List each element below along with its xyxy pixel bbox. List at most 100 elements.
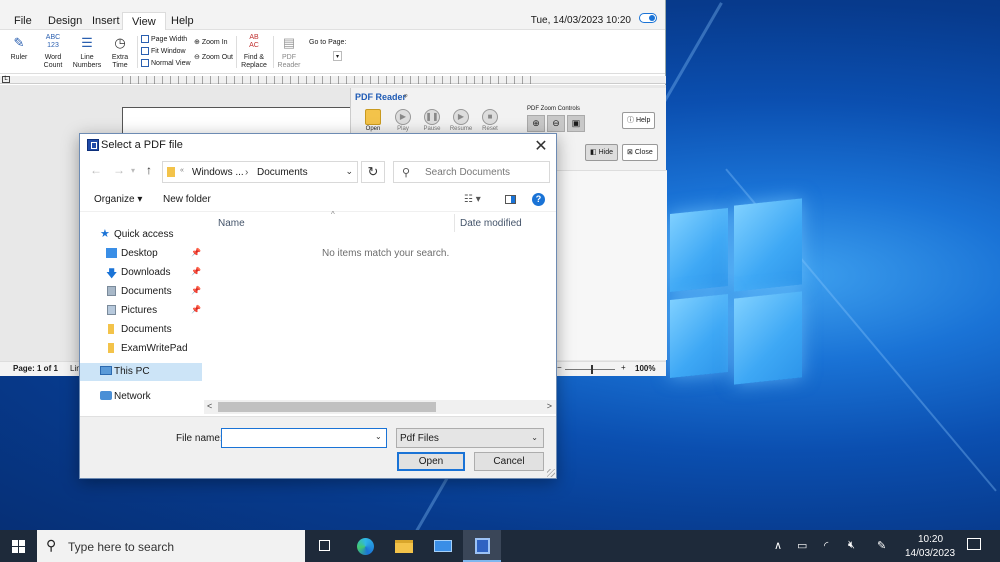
address-chevron[interactable]: › bbox=[245, 167, 248, 178]
mail-icon[interactable] bbox=[424, 530, 462, 562]
show-hidden-icons-icon[interactable]: ∧ bbox=[774, 539, 782, 552]
zoom-slider-thumb[interactable] bbox=[591, 365, 593, 374]
preview-pane-icon[interactable] bbox=[505, 195, 516, 204]
zoom-slider[interactable] bbox=[565, 365, 615, 374]
pdf-hide-button[interactable]: ◧ Hide bbox=[585, 144, 618, 161]
up-arrow-icon[interactable]: ↑ bbox=[146, 163, 152, 177]
organize-button[interactable]: Organize ▾ bbox=[94, 194, 142, 205]
go-to-page-dropdown[interactable]: ▾ bbox=[333, 51, 342, 61]
pdf-zoom-out-icon[interactable]: ⊖ bbox=[547, 115, 565, 132]
zoom-out-button[interactable]: ⊖ Zoom Out bbox=[194, 53, 233, 62]
resize-grip[interactable] bbox=[547, 469, 555, 477]
zoom-in-button[interactable]: ⊕ Zoom In bbox=[194, 38, 228, 47]
address-overflow[interactable]: « bbox=[180, 167, 184, 174]
pin-icon[interactable]: ᵠ bbox=[404, 92, 408, 101]
back-arrow-icon[interactable]: ← bbox=[90, 163, 102, 177]
menu-file[interactable]: File bbox=[14, 15, 32, 27]
pen-icon[interactable]: ✎ bbox=[877, 539, 886, 552]
notification-icon[interactable] bbox=[967, 538, 981, 550]
task-view-icon[interactable] bbox=[306, 530, 344, 562]
file-list[interactable]: ^ Name Date modified No items match your… bbox=[204, 210, 556, 414]
pin-icon[interactable]: 📌 bbox=[191, 305, 201, 314]
chevron-right-icon[interactable]: > bbox=[547, 401, 552, 411]
wifi-icon[interactable]: ◜ bbox=[824, 539, 828, 552]
find-replace-button[interactable]: AB AC Find & Replace bbox=[240, 34, 268, 70]
recent-locations-icon[interactable]: ▾ bbox=[131, 166, 135, 175]
dialog-titlebar[interactable]: Select a PDF file ✕ bbox=[80, 134, 556, 156]
menu-design[interactable]: Design bbox=[48, 15, 82, 27]
menu-help[interactable]: Help bbox=[171, 15, 194, 27]
zoom-minus-button[interactable]: − bbox=[557, 363, 562, 372]
file-explorer-icon[interactable] bbox=[385, 530, 423, 562]
ruler-button[interactable]: ✎ Ruler bbox=[8, 34, 30, 62]
search-input[interactable]: ⚲ Search Documents bbox=[393, 161, 550, 183]
windows-start-icon[interactable] bbox=[12, 540, 25, 553]
nav-pictures[interactable]: Pictures 📌 bbox=[80, 302, 202, 320]
address-segment-documents[interactable]: Documents bbox=[257, 167, 308, 178]
find-replace-icon: AB AC bbox=[249, 34, 259, 49]
nav-examwritepad[interactable]: ExamWritePad bbox=[80, 340, 202, 358]
battery-icon[interactable]: ▭ bbox=[797, 539, 807, 552]
address-bar[interactable]: « Windows ... › Documents ⌄ bbox=[162, 161, 358, 183]
normal-view-button[interactable]: Normal View bbox=[141, 59, 191, 67]
pdf-help-button[interactable]: ⓘ Help bbox=[622, 112, 656, 129]
fit-window-button[interactable]: Fit Window bbox=[141, 47, 186, 55]
column-separator[interactable] bbox=[454, 214, 455, 232]
menu-insert[interactable]: Insert bbox=[92, 15, 120, 27]
view-options-icon[interactable]: ☷ ▾ bbox=[464, 194, 481, 205]
pdf-open-button[interactable]: Open bbox=[360, 109, 386, 132]
file-type-select[interactable]: Pdf Files ⌄ bbox=[396, 428, 544, 448]
edge-browser-icon[interactable] bbox=[346, 530, 384, 562]
file-name-input[interactable] bbox=[221, 428, 387, 448]
horizontal-scrollbar[interactable]: < > bbox=[204, 400, 556, 414]
column-name[interactable]: Name bbox=[218, 218, 245, 229]
ribbon-separator bbox=[273, 36, 274, 68]
address-segment-windows[interactable]: Windows ... bbox=[192, 167, 244, 178]
clock-time[interactable]: 10:20 bbox=[918, 534, 943, 545]
pdf-play-button[interactable]: ▶ Play bbox=[390, 109, 416, 132]
word-count-button[interactable]: ABC 123 Word Count bbox=[40, 34, 66, 70]
pdf-fit-icon[interactable]: ▣ bbox=[567, 115, 585, 132]
pdf-zoom-in-icon[interactable]: ⊕ bbox=[527, 115, 545, 132]
line-numbers-button[interactable]: ☰ Line Numbers bbox=[72, 34, 102, 70]
toggle-switch[interactable] bbox=[639, 13, 657, 23]
nav-network[interactable]: Network bbox=[80, 388, 202, 406]
pin-icon[interactable]: 📌 bbox=[191, 267, 201, 276]
forward-arrow-icon[interactable]: → bbox=[113, 163, 125, 177]
close-icon[interactable]: ✕ bbox=[532, 136, 550, 156]
nav-desktop[interactable]: Desktop 📌 bbox=[80, 245, 202, 263]
nav-downloads[interactable]: 🡇 Downloads 📌 bbox=[80, 264, 202, 282]
cancel-button[interactable]: Cancel bbox=[474, 452, 544, 471]
chevron-left-icon[interactable]: < bbox=[207, 401, 212, 411]
pdf-pause-button[interactable]: ❚❚ Pause bbox=[419, 109, 445, 132]
column-date-modified[interactable]: Date modified bbox=[460, 218, 522, 229]
ruler-scale[interactable] bbox=[122, 76, 534, 84]
pin-icon[interactable]: 📌 bbox=[191, 286, 201, 295]
nav-documents-folder[interactable]: Documents bbox=[80, 321, 202, 339]
pin-icon[interactable]: 📌 bbox=[191, 248, 201, 257]
pdf-reader-button[interactable]: ▤ PDF Reader bbox=[277, 34, 301, 70]
examwritepad-app-icon[interactable] bbox=[463, 530, 501, 562]
pdf-close-button[interactable]: ⊠ Close bbox=[622, 144, 658, 161]
chevron-down-icon[interactable]: ⌄ bbox=[345, 166, 353, 177]
scrollbar-thumb[interactable] bbox=[218, 402, 436, 412]
pdf-resume-button[interactable]: ▶ Resume bbox=[448, 109, 474, 132]
page-width-button[interactable]: Page Width bbox=[141, 35, 187, 43]
open-button[interactable]: Open bbox=[397, 452, 465, 471]
refresh-icon[interactable]: ↻ bbox=[361, 161, 385, 183]
volume-muted-icon[interactable]: 🔇︎ bbox=[848, 539, 855, 552]
pdf-reader-title: PDF Reader bbox=[355, 92, 407, 102]
chevron-down-icon[interactable]: ⌄ bbox=[375, 432, 382, 441]
pdf-reset-button[interactable]: ■ Reset bbox=[477, 109, 503, 132]
new-folder-button[interactable]: New folder bbox=[163, 194, 211, 205]
nav-quick-access[interactable]: ★ Quick access bbox=[80, 226, 202, 244]
zoom-plus-button[interactable]: + bbox=[621, 363, 626, 372]
nav-documents-pinned[interactable]: Documents 📌 bbox=[80, 283, 202, 301]
clock-date[interactable]: 14/03/2023 bbox=[905, 548, 955, 559]
extra-time-button[interactable]: ◷ Extra Time bbox=[108, 34, 132, 70]
ruler-tab-selector[interactable]: L bbox=[2, 76, 10, 83]
nav-this-pc[interactable]: This PC bbox=[80, 363, 202, 381]
word-count-label-1: Word bbox=[44, 54, 62, 61]
help-icon[interactable]: ? bbox=[532, 193, 545, 206]
taskbar-search[interactable]: ⚲ Type here to search bbox=[37, 530, 305, 562]
